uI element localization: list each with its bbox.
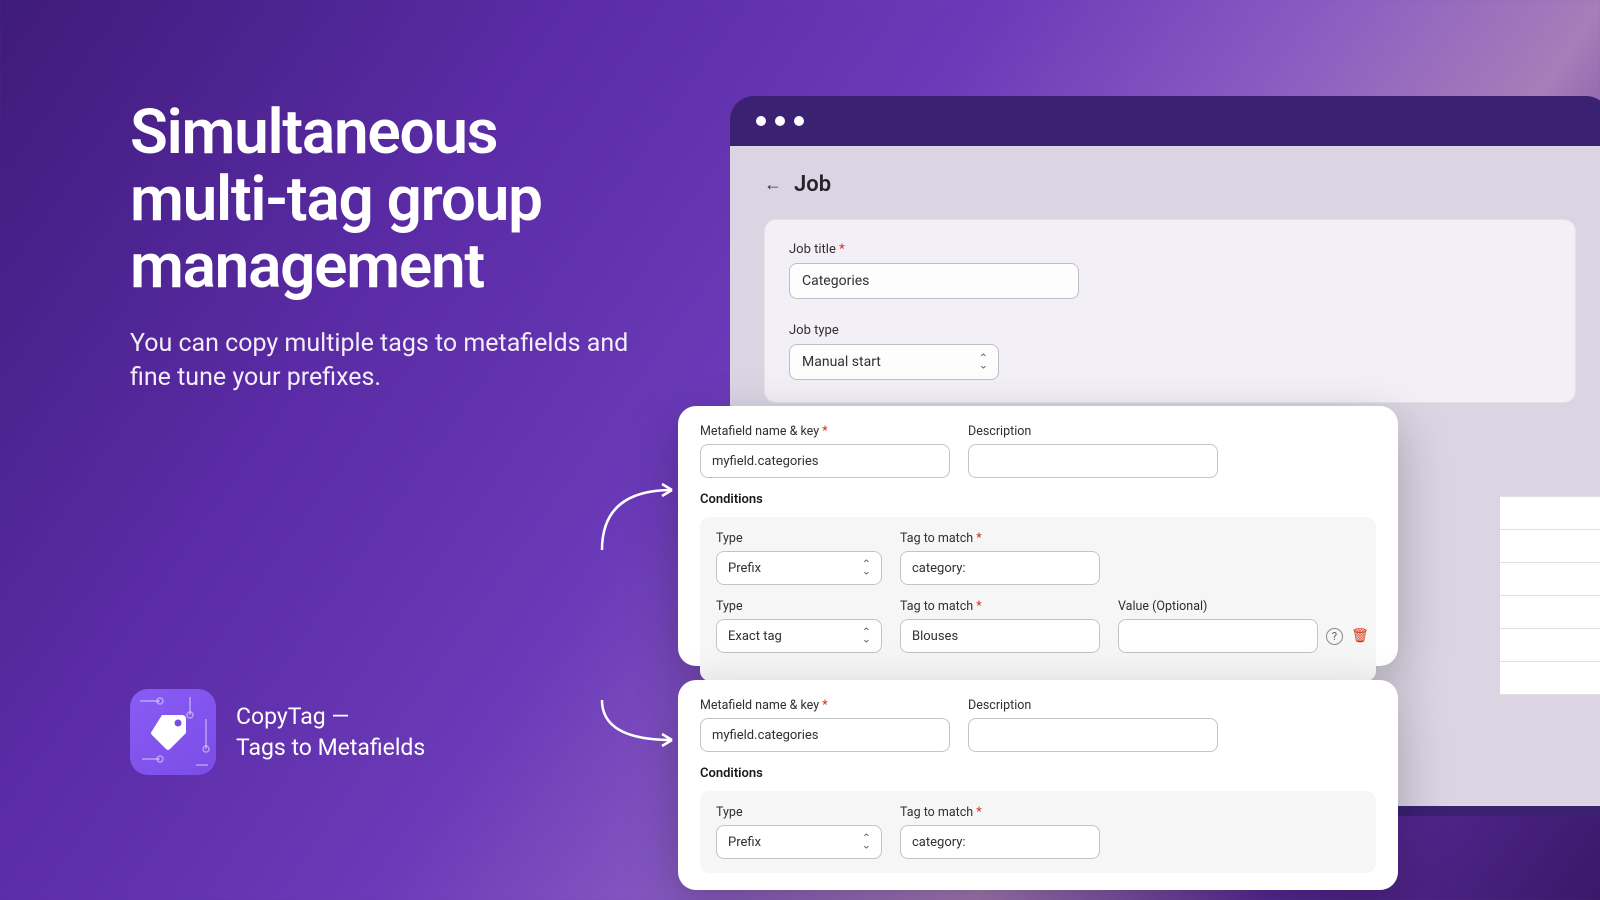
window-controls [730, 96, 1600, 146]
condition-row: Type Prefix ⌃⌄ Tag to match * [716, 531, 1360, 585]
value-input[interactable] [1118, 619, 1318, 653]
help-icon[interactable]: ? [1326, 628, 1343, 645]
description-label: Description [968, 424, 1218, 439]
conditions-box: Type Prefix ⌃⌄ Tag to match * Type Exact… [700, 517, 1376, 681]
value-label: Value (Optional) [1118, 599, 1369, 614]
traffic-light-icon [756, 116, 766, 126]
tag-match-input[interactable] [900, 619, 1100, 653]
connector-arrow-icon [582, 690, 692, 780]
tag-match-input[interactable] [900, 551, 1100, 585]
condition-row: Type Prefix ⌃⌄ Tag to match * [716, 805, 1360, 859]
description-input[interactable] [968, 444, 1218, 478]
condition-row: Type Exact tag ⌃⌄ Tag to match * Value (… [716, 599, 1360, 653]
trash-icon[interactable]: 🗑 [1351, 627, 1369, 645]
brand-name: CopyTag — [236, 701, 425, 732]
hero-subtitle: You can copy multiple tags to metafields… [130, 327, 650, 396]
conditions-heading: Conditions [700, 766, 1376, 781]
metafield-card: Metafield name & key * Description Condi… [678, 406, 1398, 666]
traffic-light-icon [775, 116, 785, 126]
job-form-card: Job title * Job type Manual start ⌃⌄ [764, 219, 1576, 403]
type-select[interactable]: Exact tag ⌃⌄ [716, 619, 882, 653]
tag-match-label: Tag to match * [900, 531, 1100, 546]
type-label: Type [716, 805, 882, 820]
tag-match-label: Tag to match * [900, 599, 1100, 614]
tag-match-input[interactable] [900, 825, 1100, 859]
type-label: Type [716, 531, 882, 546]
brand-block: CopyTag — Tags to Metafields [130, 689, 425, 775]
connector-arrow-icon [582, 440, 692, 560]
chevron-updown-icon: ⌃⌄ [862, 629, 871, 642]
metafield-key-input[interactable] [700, 444, 950, 478]
background-list-rows [1500, 496, 1600, 694]
metafield-key-label: Metafield name & key * [700, 424, 950, 439]
metafield-card: Metafield name & key * Description Condi… [678, 680, 1398, 890]
chevron-updown-icon: ⌃⌄ [979, 355, 988, 368]
metafield-key-label: Metafield name & key * [700, 698, 950, 713]
type-select[interactable]: Prefix ⌃⌄ [716, 551, 882, 585]
conditions-heading: Conditions [700, 492, 1376, 507]
type-select[interactable]: Prefix ⌃⌄ [716, 825, 882, 859]
tag-match-label: Tag to match * [900, 805, 1100, 820]
description-label: Description [968, 698, 1218, 713]
chevron-updown-icon: ⌃⌄ [862, 561, 871, 574]
description-input[interactable] [968, 718, 1218, 752]
chevron-updown-icon: ⌃⌄ [862, 835, 871, 848]
page-title: Job [794, 172, 831, 197]
job-type-label: Job type [789, 323, 1551, 338]
type-label: Type [716, 599, 882, 614]
job-title-label: Job title * [789, 242, 1551, 257]
conditions-box: Type Prefix ⌃⌄ Tag to match * [700, 791, 1376, 873]
metafield-key-input[interactable] [700, 718, 950, 752]
hero-title: Simultaneous multi-tag group management [130, 100, 650, 301]
job-type-value: Manual start [802, 354, 881, 370]
app-icon [130, 689, 216, 775]
job-type-select[interactable]: Manual start ⌃⌄ [789, 344, 999, 380]
traffic-light-icon [794, 116, 804, 126]
brand-tagline: Tags to Metafields [236, 732, 425, 763]
back-arrow-icon[interactable]: ← [764, 174, 782, 195]
job-title-input[interactable] [789, 263, 1079, 299]
